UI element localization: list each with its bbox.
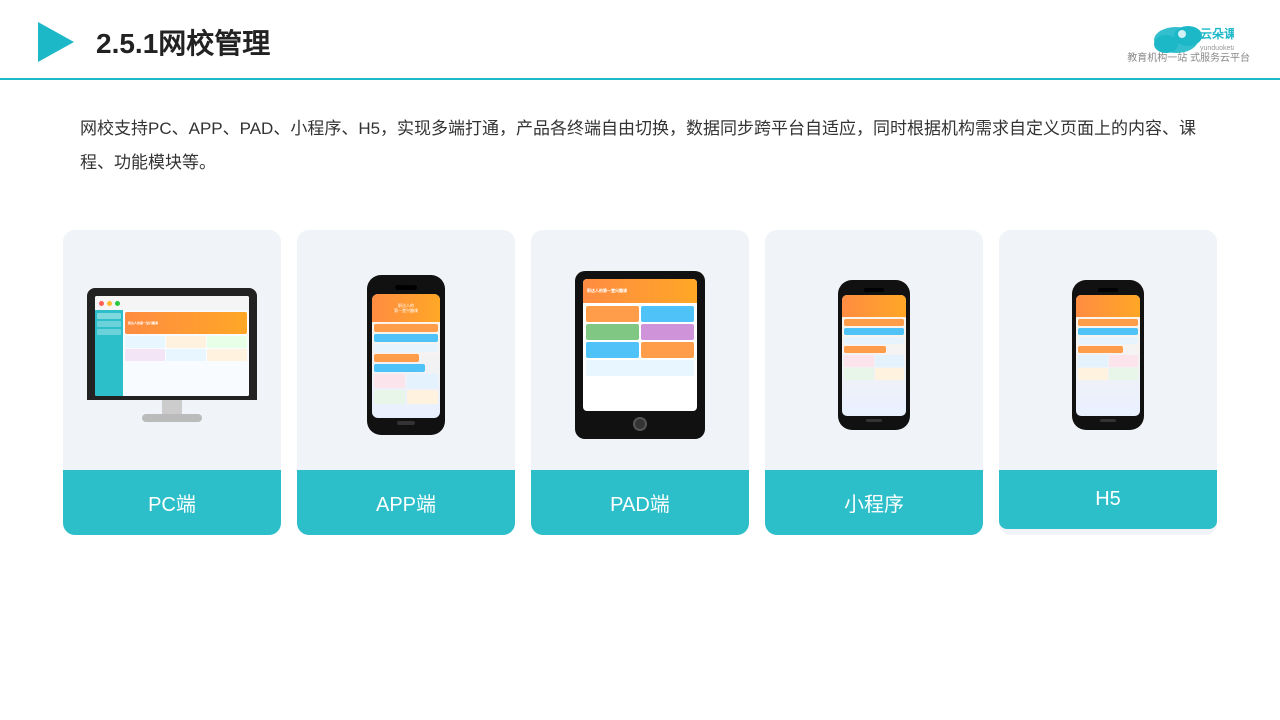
card-app-image: 职达人的第一堂兴趣课	[297, 230, 515, 470]
card-pad: 职达人的第一堂兴趣课 PAD端	[531, 230, 749, 535]
platform-cards: 职达人的第一堂兴趣课	[0, 200, 1280, 535]
mini-phone-notch-2	[1098, 288, 1118, 292]
card-miniprogram-image	[765, 230, 983, 470]
description-text: 网校支持PC、APP、PAD、小程序、H5，实现多端打通，产品各终端自由切换，数…	[0, 80, 1280, 190]
card-pc-label: PC端	[63, 470, 281, 535]
page-header: 2.5.1网校管理 云朵课堂 yunduoketang.com 教育机构一站 式…	[0, 0, 1280, 80]
card-miniprogram: 小程序	[765, 230, 983, 535]
logo-tagline: 教育机构一站 式服务云平台	[1127, 52, 1250, 66]
card-h5: H5	[999, 230, 1217, 535]
mini-phone-screen	[842, 295, 906, 416]
card-app-label: APP端	[297, 470, 515, 535]
svg-text:yunduoketang.com: yunduoketang.com	[1200, 45, 1234, 52]
mini-phone-screen-2	[1076, 295, 1140, 416]
card-app: 职达人的第一堂兴趣课	[297, 230, 515, 535]
card-h5-image	[999, 230, 1217, 470]
mini-phone-home	[866, 419, 882, 422]
phone-screen: 职达人的第一堂兴趣课	[372, 294, 440, 418]
svg-text:云朵课堂: 云朵课堂	[1200, 26, 1234, 41]
phone-home	[397, 421, 415, 425]
card-h5-label: H5	[999, 470, 1217, 529]
mini-phone-notch	[864, 288, 884, 292]
page-title: 2.5.1网校管理	[96, 22, 270, 62]
logo-area: 云朵课堂 yunduoketang.com 教育机构一站 式服务云平台	[1127, 18, 1250, 66]
card-pc: 职达人的第一堂兴趣课	[63, 230, 281, 535]
mini-phone-home-2	[1100, 419, 1116, 422]
tablet-screen: 职达人的第一堂兴趣课	[583, 279, 697, 411]
pc-monitor-mockup: 职达人的第一堂兴趣课	[87, 288, 257, 422]
card-pad-image: 职达人的第一堂兴趣课	[531, 230, 749, 470]
mini-phone-mockup-1	[838, 280, 910, 430]
tablet-home-btn	[633, 417, 647, 431]
brand-logo: 云朵课堂 yunduoketang.com	[1144, 18, 1234, 56]
phone-notch	[395, 285, 417, 290]
app-phone-mockup: 职达人的第一堂兴趣课	[367, 275, 445, 435]
header-left: 2.5.1网校管理	[30, 18, 270, 66]
card-pc-image: 职达人的第一堂兴趣课	[63, 230, 281, 470]
tablet-mockup: 职达人的第一堂兴趣课	[575, 271, 705, 439]
mini-phone-mockup-2	[1072, 280, 1144, 430]
card-pad-label: PAD端	[531, 470, 749, 535]
card-miniprogram-label: 小程序	[765, 470, 983, 535]
play-icon	[30, 18, 78, 66]
